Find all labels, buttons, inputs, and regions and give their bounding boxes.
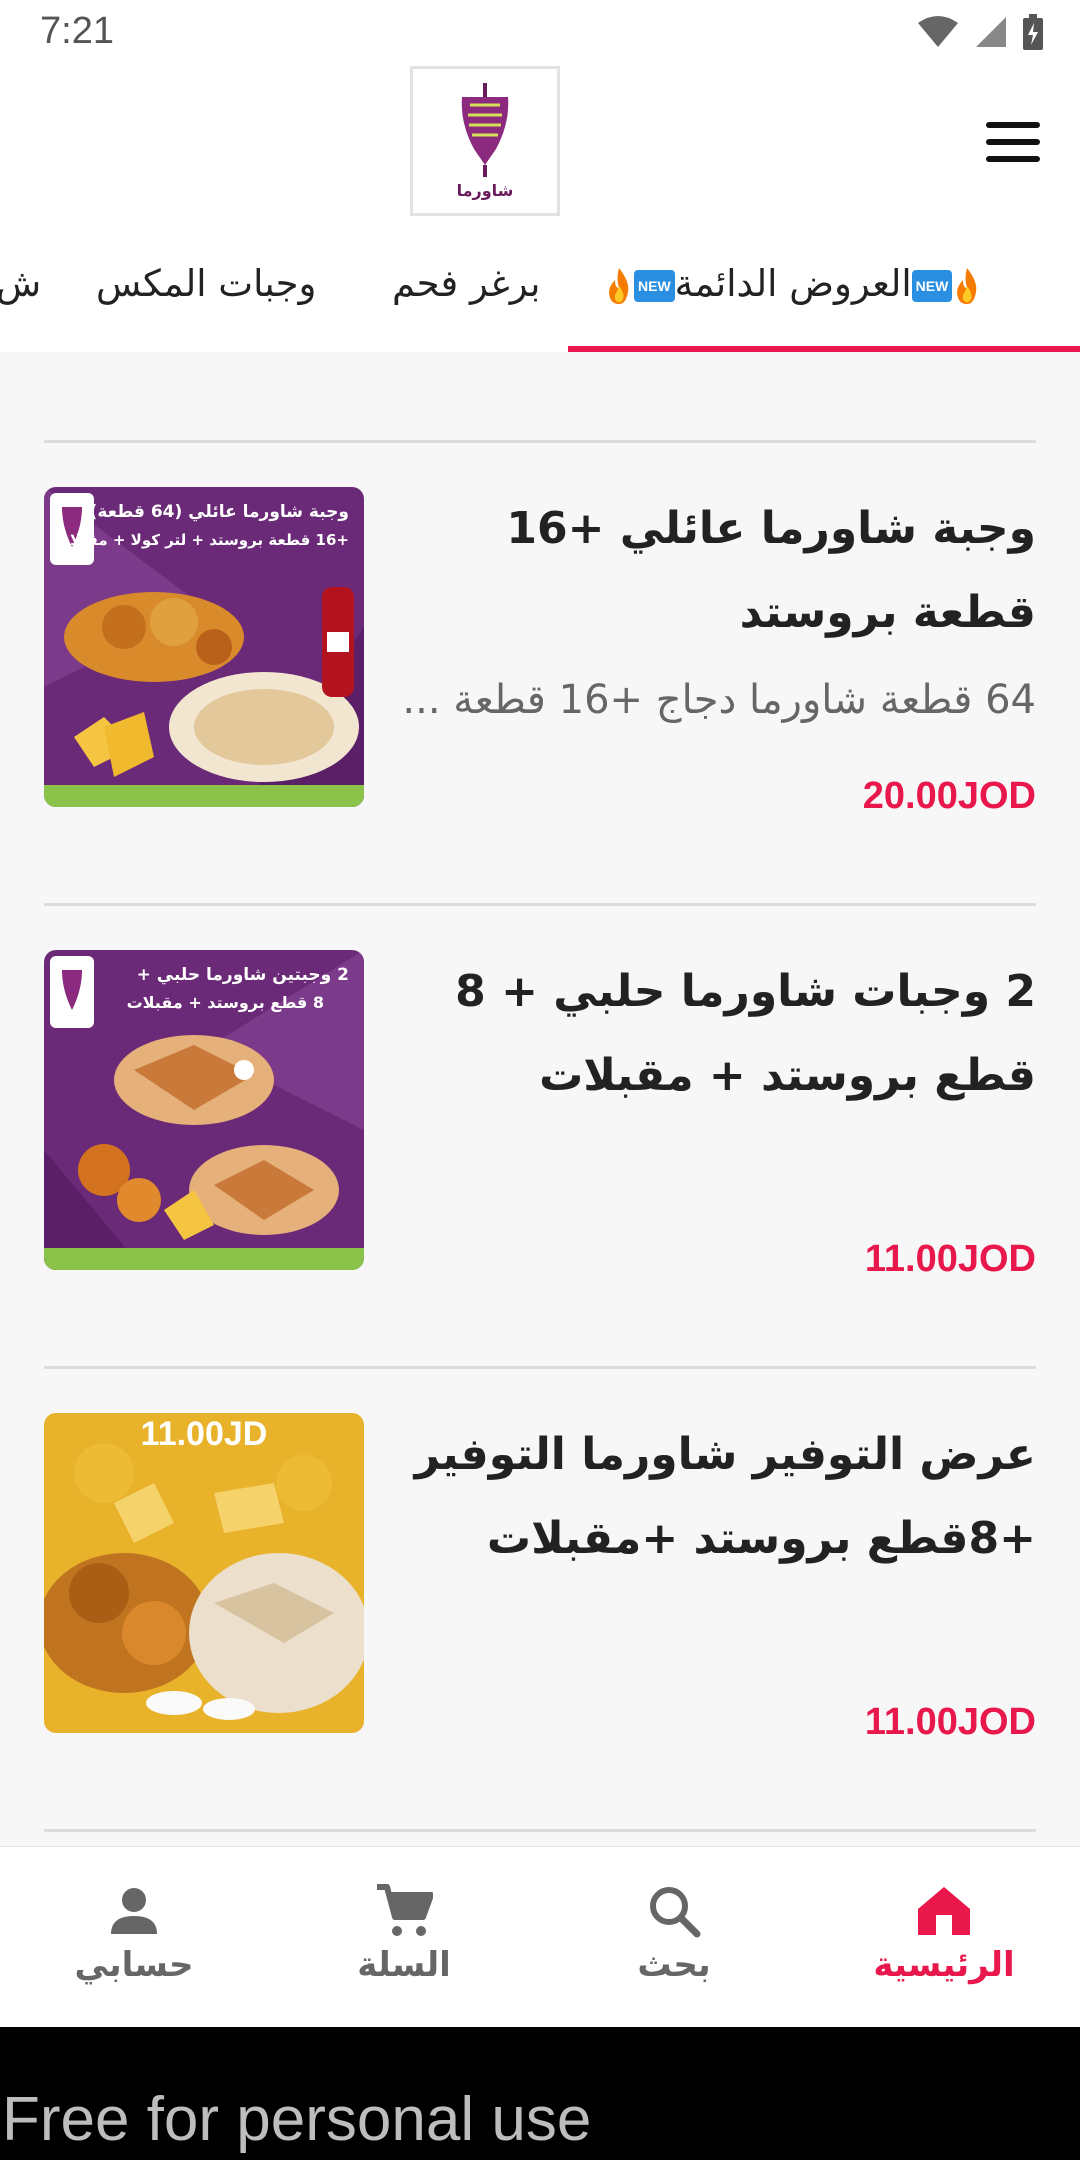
bottom-navigation: الرئيسية بحث السلة حسابي	[0, 1846, 1080, 2027]
product-price: 11.00JOD	[864, 1701, 1036, 1743]
image-caption-1: 2 وجبتين شاورما حلبي +	[137, 965, 349, 985]
nav-label: السلة	[357, 1945, 451, 1985]
list-divider	[44, 1366, 1036, 1369]
home-icon	[844, 1883, 1044, 1939]
fire-icon	[609, 267, 629, 304]
list-item[interactable]: 11.00JD عرض التوفير شاورما التوفير +8قطع…	[0, 1413, 1080, 1873]
status-bar: 7:21	[0, 0, 1080, 66]
list-divider	[44, 1829, 1036, 1832]
nav-cart[interactable]: السلة	[304, 1883, 504, 1985]
shawarma-logo-icon	[461, 82, 509, 177]
tab-mix-meals[interactable]: وجبات المكس	[96, 262, 316, 342]
status-icons	[916, 14, 1044, 50]
product-image: 11.00JD	[44, 1413, 364, 1733]
nav-label: حسابي	[74, 1945, 194, 1985]
product-price: 11.00JOD	[864, 1238, 1036, 1280]
menu-bar	[986, 139, 1040, 145]
product-title: وجبة شاورما عائلي +16 قطعة بروستد	[506, 503, 1036, 638]
nav-account[interactable]: حسابي	[34, 1883, 234, 1985]
product-title: عرض التوفير شاورما التوفير +8قطع بروستد …	[414, 1429, 1036, 1564]
search-icon	[574, 1883, 774, 1939]
brand-logo[interactable]: شاورما	[410, 66, 560, 216]
hamburger-menu-button[interactable]	[986, 122, 1040, 162]
account-icon	[34, 1883, 234, 1939]
list-item[interactable]: وجبة شاورما عائلي (64 قطعة) +16 قطعة برو…	[0, 487, 1080, 947]
app-screen: 7:21 شاورما NEWالعروض الدائمةNEW برغر فح…	[0, 0, 1080, 2027]
status-time: 7:21	[40, 10, 114, 52]
image-caption-2: +16 قطعة بروستد + لتر كولا + مقبلات	[55, 531, 349, 549]
logo-text: شاورما	[456, 180, 514, 200]
list-divider	[44, 440, 1036, 443]
wifi-icon	[918, 16, 958, 47]
cell-signal-icon	[976, 17, 1006, 47]
new-badge: NEW	[634, 269, 675, 302]
product-image: وجبة شاورما عائلي (64 قطعة) +16 قطعة برو…	[44, 487, 364, 807]
tab-partial[interactable]: ش	[0, 262, 41, 342]
fire-icon	[957, 267, 977, 304]
nav-label: الرئيسية	[873, 1945, 1015, 1985]
image-caption-1: وجبة شاورما عائلي (64 قطعة)	[90, 502, 349, 522]
category-tabs: NEWالعروض الدائمةNEW برغر فحم وجبات المك…	[0, 226, 1080, 352]
watermark-text: Free for personal use	[2, 2085, 592, 2154]
image-caption-2: 8 قطع بروستد + مقبلات	[127, 993, 324, 1012]
menu-bar	[986, 122, 1040, 128]
active-tab-indicator	[568, 346, 1080, 352]
list-item[interactable]: 2 وجبتين شاورما حلبي + 8 قطع بروستد + مق…	[0, 950, 1080, 1410]
product-image: 2 وجبتين شاورما حلبي + 8 قطع بروستد + مق…	[44, 950, 364, 1270]
product-price: 20.00JOD	[862, 775, 1036, 817]
image-caption-1: 11.00JD	[141, 1415, 268, 1453]
battery-icon	[1023, 14, 1043, 50]
app-header: شاورما	[0, 66, 1080, 226]
nav-label: بحث	[637, 1945, 711, 1985]
cart-icon	[304, 1883, 504, 1939]
list-divider	[44, 903, 1036, 906]
product-description: 64 قطعة شاورما دجاج +16 قطعة ...	[402, 677, 1036, 723]
new-badge: NEW	[911, 269, 953, 302]
nav-home[interactable]: الرئيسية	[844, 1883, 1044, 1985]
nav-search[interactable]: بحث	[574, 1883, 774, 1985]
tab-charcoal-burger[interactable]: برغر فحم	[392, 262, 540, 342]
product-title: 2 وجبات شاورما حلبي + 8 قطع بروستد + مقب…	[455, 966, 1036, 1101]
menu-bar	[986, 156, 1040, 162]
tab-permanent-offers[interactable]: NEWالعروض الدائمةNEW	[604, 262, 982, 342]
tab-label: العروض الدائمة	[674, 262, 912, 305]
